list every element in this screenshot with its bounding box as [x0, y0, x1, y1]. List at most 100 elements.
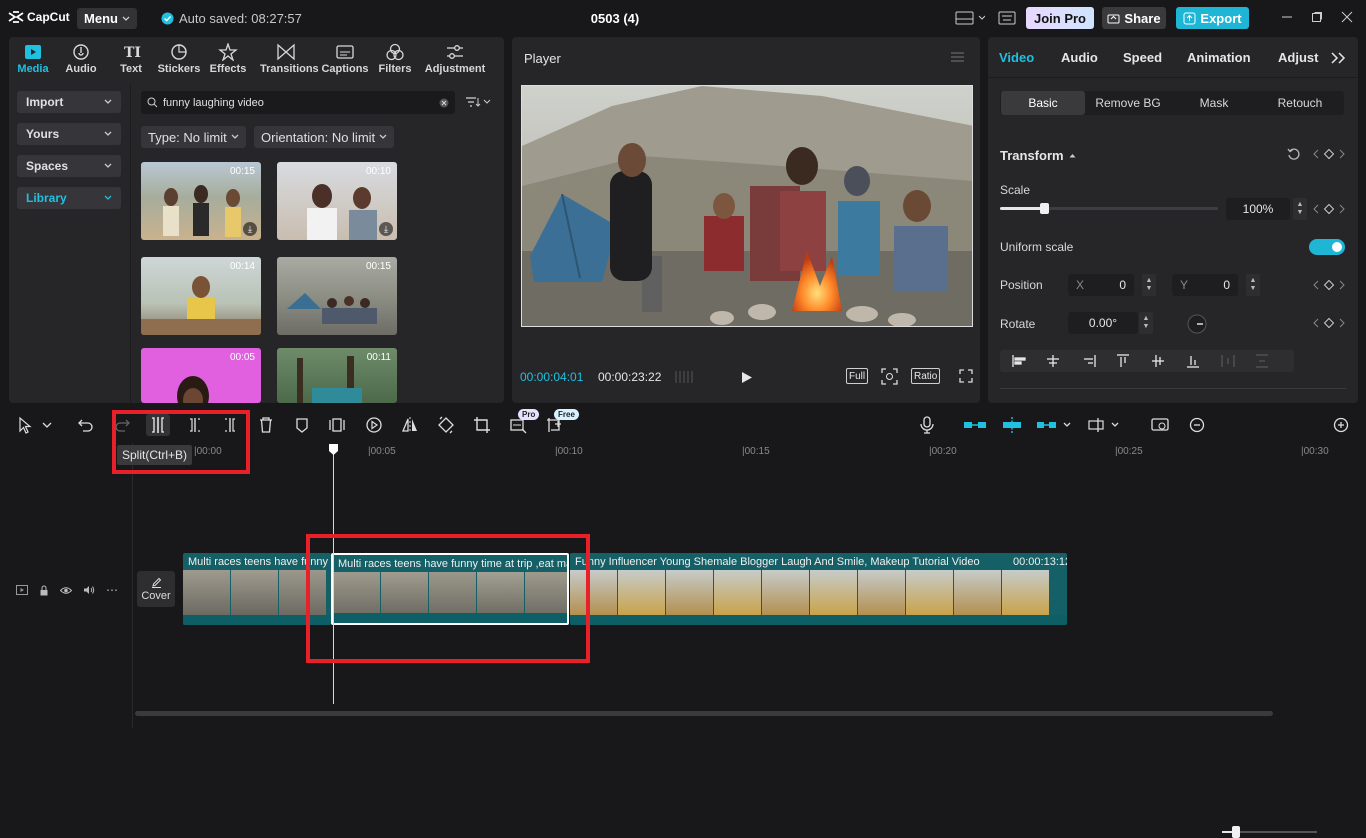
caption-preview-icon[interactable] — [1151, 416, 1169, 434]
marker-icon[interactable] — [293, 416, 311, 434]
sidebar-item-import[interactable]: Import — [17, 91, 121, 113]
zoom-slider-handle[interactable] — [1232, 826, 1240, 838]
media-thumbnail[interactable]: 00:15 — [277, 257, 397, 335]
media-thumbnail[interactable]: 00:14 — [141, 257, 261, 335]
fit-screen-icon[interactable] — [881, 368, 898, 385]
player-menu-icon[interactable] — [951, 52, 964, 62]
type-filter-dropdown[interactable]: Type: No limit — [141, 126, 246, 148]
scale-stepper[interactable]: ▲ ▼ — [1293, 198, 1307, 220]
export-button[interactable]: Export — [1176, 7, 1249, 29]
timeline-clip[interactable]: Funny Influencer Young Shemale Blogger L… — [570, 553, 1067, 625]
uniform-scale-toggle[interactable] — [1309, 239, 1345, 255]
position-x-stepper[interactable]: ▲ ▼ — [1142, 274, 1156, 296]
sidebar-item-library[interactable]: Library — [17, 187, 121, 209]
media-thumbnail[interactable]: 00:05 — [141, 348, 261, 403]
sidebar-item-yours[interactable]: Yours — [17, 123, 121, 145]
delete-icon[interactable] — [257, 416, 275, 434]
playhead-handle[interactable] — [328, 443, 339, 456]
transitions-icon — [277, 43, 295, 61]
tab-captions-label: Captions — [321, 63, 369, 75]
zoom-slider[interactable] — [1222, 826, 1317, 838]
tab-audio-props[interactable]: Audio — [1061, 50, 1098, 65]
chevron-down-icon — [231, 134, 239, 139]
scale-value-field[interactable]: 100% — [1226, 198, 1290, 220]
rotate-value-field[interactable]: 0.00° — [1068, 312, 1138, 334]
media-thumbnail[interactable]: 00:11 — [277, 348, 397, 403]
timeline-scrollbar[interactable] — [135, 711, 1273, 716]
tab-adjustment[interactable]: Adjustment — [423, 43, 487, 75]
maximize-icon[interactable] — [1311, 11, 1323, 23]
tab-adjust[interactable]: Adjust — [1278, 50, 1318, 65]
tab-captions[interactable]: Captions — [320, 43, 370, 75]
position-y-stepper[interactable]: ▲ ▼ — [1246, 274, 1260, 296]
subtab-basic[interactable]: Basic — [1001, 91, 1085, 115]
position-keyframe-icon[interactable] — [1313, 279, 1345, 291]
waveform-icon[interactable] — [674, 369, 696, 385]
subtab-retouch[interactable]: Retouch — [1258, 91, 1342, 115]
scale-keyframe-icon[interactable] — [1313, 203, 1345, 215]
download-icon[interactable]: ⤓ — [243, 222, 257, 236]
tab-speed[interactable]: Speed — [1123, 50, 1162, 65]
subtab-mask[interactable]: Mask — [1172, 91, 1256, 115]
position-x-field[interactable]: X 0 — [1068, 274, 1134, 296]
orientation-filter-dropdown[interactable]: Orientation: No limit — [254, 126, 395, 148]
join-pro-button[interactable]: Join Pro — [1026, 7, 1094, 29]
undo-icon[interactable] — [77, 416, 95, 434]
more-tabs-icon[interactable] — [1331, 52, 1347, 64]
select-tool-icon[interactable] — [17, 416, 57, 434]
share-button[interactable]: Share — [1102, 7, 1166, 29]
sidebar-item-spaces[interactable]: Spaces — [17, 155, 121, 177]
minimize-icon[interactable] — [1281, 11, 1293, 23]
timeline-ruler[interactable]: |00:00 |00:05 |00:10 |00:15 |00:20 |00:2… — [134, 443, 1366, 461]
sort-filter-icon[interactable] — [465, 96, 491, 108]
transform-keyframe-icon[interactable] — [1313, 148, 1345, 160]
microphone-icon[interactable] — [918, 416, 936, 434]
tab-media[interactable]: Media — [8, 43, 58, 75]
keyboard-icon[interactable] — [998, 11, 1016, 25]
tab-stickers[interactable]: Stickers — [154, 43, 204, 75]
crop-icon[interactable] — [473, 416, 491, 434]
linkage-icon[interactable] — [1036, 416, 1074, 434]
layout-icon[interactable] — [955, 11, 985, 25]
reverse-icon[interactable] — [365, 416, 383, 434]
tab-audio[interactable]: Audio — [56, 43, 106, 75]
preview-axis-icon[interactable] — [1088, 416, 1124, 434]
more-options-icon[interactable]: ⋯ — [106, 583, 118, 597]
tab-effects[interactable]: Effects — [203, 43, 253, 75]
tab-transitions[interactable]: Transitions — [260, 43, 319, 75]
cover-button[interactable]: Cover — [137, 571, 175, 607]
main-track-magnet-icon[interactable] — [963, 416, 987, 434]
chevron-down-icon — [104, 131, 112, 136]
scale-slider-handle[interactable] — [1039, 203, 1049, 214]
tab-video[interactable]: Video — [999, 50, 1034, 65]
zoom-in-icon[interactable] — [1332, 416, 1350, 434]
close-icon[interactable] — [1341, 11, 1353, 23]
scale-slider[interactable] — [1000, 203, 1218, 214]
video-preview[interactable] — [521, 85, 973, 327]
fullscreen-icon[interactable] — [959, 369, 973, 383]
media-thumbnail[interactable]: 00:10 ⤓ — [277, 162, 397, 240]
rotate-clip-icon[interactable] — [437, 416, 455, 434]
rotate-keyframe-icon[interactable] — [1313, 317, 1345, 329]
chevron-down-icon — [104, 99, 112, 104]
media-thumbnail[interactable]: 00:15 ⤓ — [141, 162, 261, 240]
download-icon[interactable]: ⤓ — [379, 222, 393, 236]
tab-filters[interactable]: Filters — [370, 43, 420, 75]
menu-button[interactable]: Menu — [77, 8, 137, 29]
transform-section-header[interactable]: Transform — [1000, 148, 1076, 163]
zoom-out-icon[interactable] — [1188, 416, 1206, 434]
position-y-field[interactable]: Y 0 — [1172, 274, 1238, 296]
tab-animation[interactable]: Animation — [1187, 50, 1251, 65]
freeze-frame-icon[interactable] — [328, 416, 346, 434]
play-button[interactable] — [741, 371, 753, 384]
rotate-stepper[interactable]: ▲ ▼ — [1139, 312, 1153, 334]
full-button[interactable]: Full — [846, 368, 869, 384]
mirror-icon[interactable] — [401, 416, 419, 434]
search-input[interactable]: funny laughing video — [141, 91, 455, 114]
auto-snapping-icon[interactable] — [1000, 416, 1024, 434]
ratio-button[interactable]: Ratio — [911, 368, 941, 384]
subtab-remove-bg[interactable]: Remove BG — [1086, 91, 1170, 115]
tab-text[interactable]: TI Text — [106, 43, 156, 75]
rotate-dial-icon[interactable] — [1187, 314, 1207, 334]
reset-icon[interactable] — [1287, 148, 1300, 161]
